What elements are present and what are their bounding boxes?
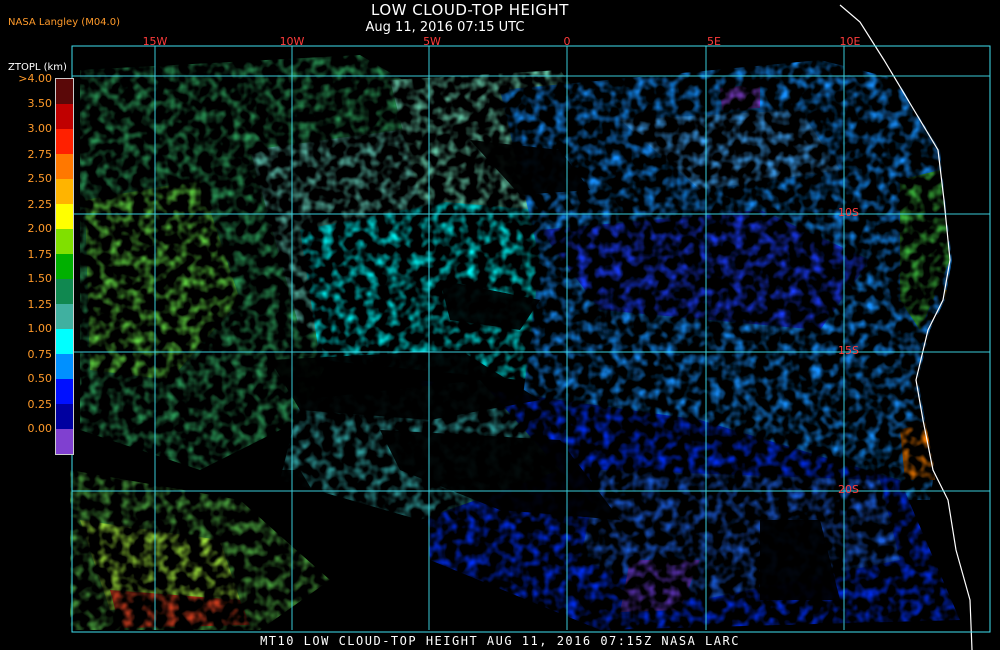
legend-tick: >4.00 [18,72,52,85]
legend-tick: 1.75 [27,248,53,261]
lon-label-0: 0 [563,35,571,48]
map-timestamp: Aug 11, 2016 07:15 UTC [365,20,525,35]
lon-label-5e: 5E [707,35,721,48]
legend-tick: 0.25 [27,398,53,411]
lon-label-10e: 10E [839,35,861,48]
legend-tick: 2.50 [27,172,53,185]
legend-tick: 2.00 [27,222,53,235]
legend-tick: 3.50 [27,97,53,110]
legend-tick: 1.50 [27,272,53,285]
legend-tick: 3.00 [27,122,53,135]
lon-label-5w: 5W [423,35,441,48]
legend-tick: 1.00 [27,322,53,335]
legend-tick: 0.50 [27,372,53,385]
lon-label-15w: 15W [142,35,168,48]
legend-frame [55,78,74,455]
map-title: LOW CLOUD-TOP HEIGHT [371,1,569,19]
legend-tick: 2.25 [27,198,53,211]
legend-tick: 0.00 [27,422,53,435]
footer-caption: MT10 LOW CLOUD-TOP HEIGHT AUG 11, 2016 0… [260,634,740,648]
lat-label-15s: 15S [838,344,859,357]
legend-tick: 2.75 [27,148,53,161]
cloud-height-map [70,0,1000,650]
agency-label: NASA Langley (M04.0) [8,17,120,28]
lat-label-20s: 20S [838,483,859,496]
legend-tick: 0.75 [27,348,53,361]
cloud-field [70,48,990,632]
legend-tick: 1.25 [27,298,53,311]
lon-label-10w: 10W [279,35,305,48]
lat-label-10s: 10S [838,206,859,219]
